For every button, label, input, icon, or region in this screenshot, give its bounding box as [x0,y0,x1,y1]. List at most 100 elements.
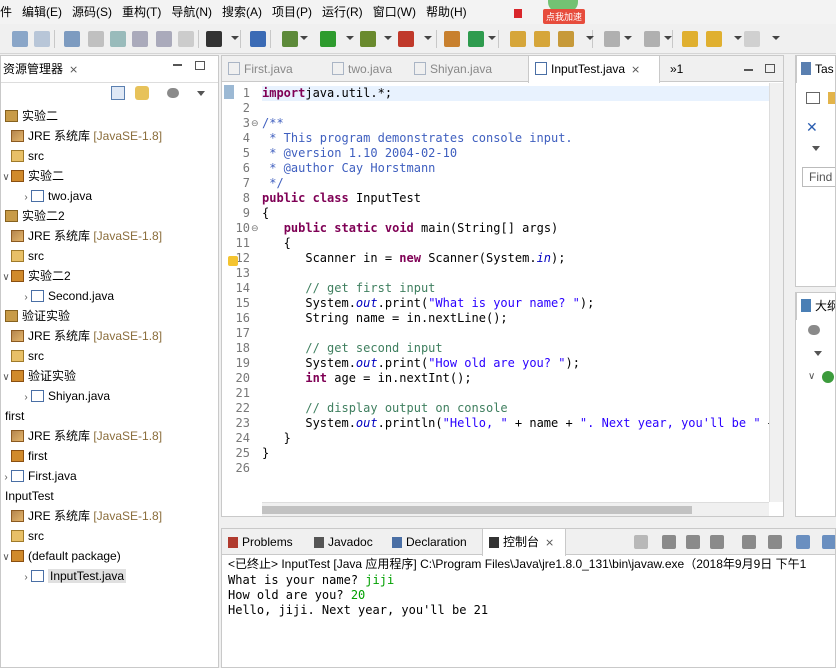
chevron-down-icon[interactable] [710,535,724,549]
tab-console-3[interactable]: 控制台 ⨯ [482,529,566,556]
tree-item[interactable]: src [1,346,44,366]
save-all-icon[interactable] [34,31,50,47]
tree-item[interactable]: src [1,526,44,546]
view-menu-icon[interactable] [167,88,179,98]
minimize-icon[interactable] [744,69,753,71]
new-class-icon[interactable] [468,31,484,47]
pilcrow-icon[interactable] [178,31,194,47]
terminate-icon[interactable] [634,535,648,549]
annotation-icon[interactable] [604,31,620,47]
chevron-down-icon[interactable]: ∨ [1,168,11,188]
explorer-title-tab[interactable]: 资源管理器 ⨯ [1,56,79,82]
profile-icon[interactable] [206,31,222,47]
menu-item-0[interactable]: 件 [0,0,17,24]
tab-tasks[interactable]: Tas [796,56,835,83]
tree-item[interactable]: 实验二 [1,106,58,126]
chevron-down-icon[interactable] [624,36,632,40]
back-icon[interactable] [706,31,722,47]
tree-item[interactable]: ∨ (default package) [1,546,120,566]
fold-icon[interactable]: ⊖ [251,221,259,236]
menu-item-8[interactable]: 窗口(W) [368,0,421,24]
maximize-icon[interactable] [195,61,205,70]
chevron-down-icon[interactable]: ∨ [1,368,11,388]
minimize-icon[interactable] [173,64,182,66]
chevron-down-icon[interactable] [300,36,308,40]
coverage-icon[interactable] [360,31,376,47]
tree-item[interactable]: JRE 系统库 [JavaSE-1.8] [1,426,162,446]
tree-item[interactable]: ∨ 实验二 [1,166,64,186]
chevron-down-icon[interactable]: ∨ [1,268,11,288]
remove-launch-icon[interactable] [662,535,676,549]
tree-item[interactable]: › Second.java [21,286,114,306]
close-icon[interactable]: ⨯ [69,64,78,76]
clean-icon[interactable] [88,31,104,47]
close-icon[interactable]: ⨯ [631,64,640,76]
tree-item[interactable]: › InputTest.java [21,566,127,586]
forward-icon[interactable] [744,31,760,47]
chevron-right-icon[interactable]: › [21,188,31,208]
menu-item-1[interactable]: 编辑(E) [17,0,67,24]
build-icon[interactable] [110,31,126,47]
menu-item-6[interactable]: 项目(P) [267,0,317,24]
tab-two-java[interactable]: two.java [326,56,408,82]
chevron-down-icon[interactable] [346,36,354,40]
chevron-down-icon[interactable] [384,36,392,40]
display-console-icon[interactable] [822,535,835,549]
chevron-down-icon[interactable] [814,351,822,356]
clear-console-icon[interactable] [742,535,756,549]
tab-console-0[interactable]: Problems [222,529,308,555]
close-icon[interactable]: ⨯ [545,537,554,549]
tree-item[interactable]: JRE 系统库 [JavaSE-1.8] [1,326,162,346]
tree-item[interactable]: 验证实验 [1,306,70,326]
tab-outline[interactable]: 大纲 [796,293,835,320]
scroll-lock-icon[interactable] [768,535,782,549]
tab-inputtest-java[interactable]: InputTest.java ⨯ [528,56,660,83]
back-history-icon[interactable] [682,31,698,47]
external-tools-icon[interactable] [398,31,414,47]
chevron-down-icon[interactable] [772,36,780,40]
tree-item[interactable]: › Shiyan.java [21,386,110,406]
tree-item[interactable]: src [1,246,44,266]
tree-item[interactable]: JRE 系统库 [JavaSE-1.8] [1,126,162,146]
chevron-right-icon[interactable]: › [21,388,31,408]
toggle-icon[interactable] [156,31,172,47]
tree-item[interactable]: src [1,146,44,166]
vertical-scrollbar[interactable] [769,83,783,502]
chevron-down-icon[interactable] [231,36,239,40]
tab-overflow[interactable]: »1 [664,56,683,82]
console-output[interactable]: What is your name? jiji How old are you? … [228,573,488,618]
chevron-down-icon[interactable] [424,36,432,40]
menu-item-9[interactable]: 帮助(H) [421,0,472,24]
next-annotation-icon[interactable] [644,31,660,47]
tree-item[interactable]: JRE 系统库 [JavaSE-1.8] [1,506,162,526]
search-tool-icon[interactable] [558,31,574,47]
new-project-icon[interactable] [444,31,460,47]
promo-badge[interactable]: 点我加速 [543,9,586,24]
focus-icon[interactable]: ✕ [806,120,820,134]
scroll-thumb[interactable] [262,506,692,514]
link-editor-icon[interactable] [135,86,149,100]
tree-item[interactable]: InputTest [1,486,54,506]
warning-icon[interactable] [228,256,238,266]
collapse-all-icon[interactable] [111,86,125,100]
tab-shiyan-java[interactable]: Shiyan.java [408,56,528,82]
save-icon[interactable] [12,31,28,47]
tree-item[interactable]: 实验二2 [1,206,65,226]
menu-item-4[interactable]: 导航(N) [166,0,217,24]
chevron-down-icon[interactable] [734,36,742,40]
horizontal-scrollbar[interactable] [262,502,769,516]
tree-item[interactable]: first [1,406,24,426]
debug-icon[interactable] [282,31,298,47]
tree-item[interactable]: ∨ 实验二2 [1,266,70,288]
link-icon[interactable] [250,31,266,47]
remove-all-icon[interactable] [686,535,700,549]
open-folder-icon[interactable] [534,31,550,47]
chevron-down-icon[interactable] [488,36,496,40]
chevron-down-icon[interactable] [197,91,205,96]
menu-item-7[interactable]: 运行(R) [317,0,368,24]
chevron-down-icon[interactable] [664,36,672,40]
chevron-right-icon[interactable]: › [21,288,31,308]
tree-item[interactable]: first [1,446,47,466]
copy-icon[interactable] [132,31,148,47]
fold-icon[interactable]: ⊖ [251,116,259,131]
